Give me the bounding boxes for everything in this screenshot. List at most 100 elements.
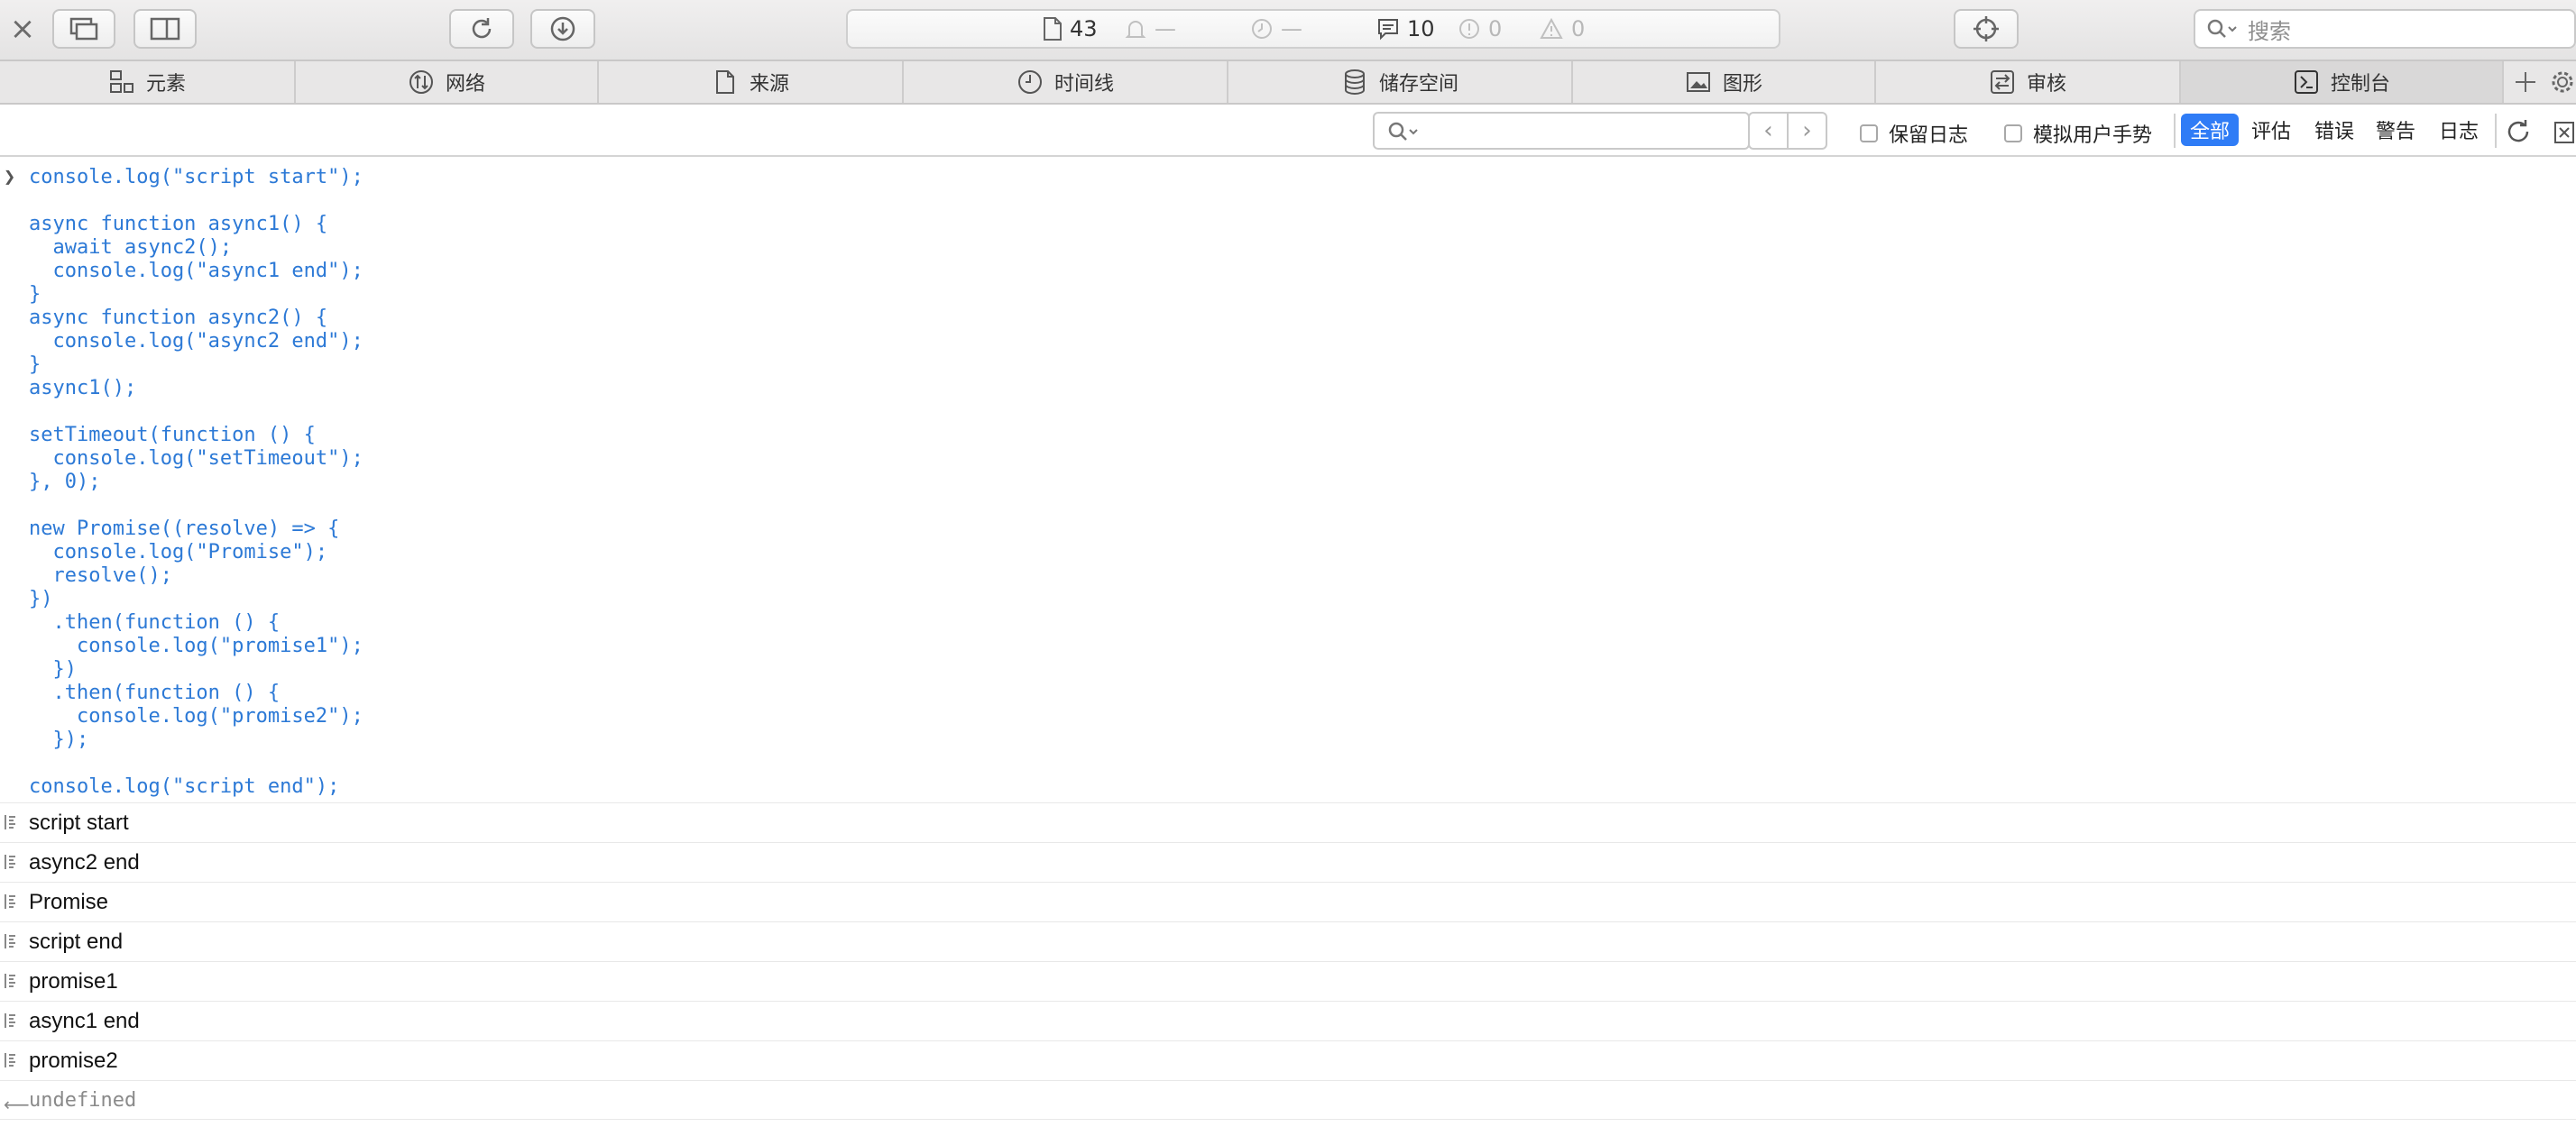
result-row: ⟵ undefined (0, 1080, 2576, 1120)
log-row: promise1 (0, 961, 2576, 1001)
checkbox-box[interactable] (1860, 124, 1878, 142)
warning-icon (1540, 17, 1563, 39)
tab-storage[interactable]: 储存空间 (1228, 61, 1573, 103)
resource-count-text: 43 (1070, 16, 1098, 41)
checkbox-label: 模拟用户手势 (2033, 124, 2153, 147)
tab-label: 网络 (445, 73, 485, 96)
tab-graphics[interactable]: 图形 (1573, 61, 1876, 103)
next-match-button[interactable]: › (1789, 114, 1826, 148)
log-text: async1 end (29, 1008, 140, 1033)
level-all[interactable]: 全部 (2181, 114, 2240, 146)
detach-window-icon (69, 17, 98, 41)
emulate-gesture-checkbox[interactable]: 模拟用户手势 (2004, 119, 2152, 148)
close-icon[interactable]: × (9, 13, 36, 45)
console-filter-bar: ‹ › 保留日志 模拟用户手势 全部 评估 错误 警告 日志 (0, 105, 2576, 157)
tab-label: 控制台 (2330, 73, 2390, 96)
dock-side-icon (150, 17, 180, 41)
sources-icon (712, 69, 739, 96)
tab-label: 来源 (749, 73, 789, 96)
devtools-toolbar: × 43 — — 10 0 0 搜索 (0, 0, 2576, 61)
divider (2495, 114, 2497, 148)
log-icon (5, 934, 15, 948)
log-icon (5, 815, 15, 829)
download-button[interactable] (530, 9, 595, 49)
log-row: async1 end (0, 1001, 2576, 1040)
log-text: async2 end (29, 849, 140, 875)
issue-count[interactable]: 0 (1539, 11, 1585, 47)
log-icon (5, 974, 15, 988)
log-icon (5, 1053, 15, 1067)
console-area[interactable]: ❯ console.log("script start"); async fun… (0, 157, 2576, 1136)
filter-nav: ‹ › (1748, 112, 1827, 150)
document-icon (1044, 17, 1062, 41)
console-input-code: console.log("script start"); async funct… (29, 166, 363, 798)
activity-viewer: 43 — — 10 0 0 (846, 9, 1780, 49)
result-text: undefined (29, 1088, 137, 1112)
level-warnings[interactable]: 警告 (2367, 114, 2424, 146)
tab-label: 储存空间 (1378, 73, 1458, 96)
gear-icon (2552, 71, 2573, 93)
console-icon (2293, 69, 2320, 96)
timeline-icon (1017, 69, 1044, 96)
clear-console-button[interactable] (2553, 117, 2576, 148)
tab-timeline[interactable]: 时间线 (904, 61, 1228, 103)
prompt-chevron-icon: ❯ (4, 166, 16, 188)
log-icon (5, 855, 15, 869)
clear-icon (2554, 122, 2574, 143)
tab-audit[interactable]: 审核 (1876, 61, 2181, 103)
log-text: script end (29, 929, 124, 954)
new-tab-button[interactable] (2504, 61, 2547, 103)
log-text: promise1 (29, 968, 118, 994)
checkbox-box[interactable] (2004, 124, 2022, 142)
log-icon (5, 894, 15, 909)
log-count[interactable]: 10 (1376, 11, 1435, 47)
tab-label: 时间线 (1053, 73, 1114, 96)
reload-button[interactable] (449, 9, 514, 49)
tab-label: 元素 (145, 73, 186, 96)
tab-sources[interactable]: 来源 (599, 61, 904, 103)
download-icon (550, 16, 575, 41)
clock-icon (1252, 19, 1272, 39)
tab-network[interactable]: 网络 (296, 61, 599, 103)
storage-icon (1341, 69, 1368, 96)
bell-icon (1125, 21, 1146, 38)
search-icon (1388, 122, 1418, 141)
level-logs[interactable]: 日志 (2430, 114, 2488, 146)
elements-icon (108, 69, 135, 96)
detach-window-button[interactable] (52, 9, 115, 49)
log-text: Promise (29, 889, 109, 914)
log-text: script start (29, 810, 129, 835)
error-count[interactable]: 0 (1458, 11, 1502, 47)
crosshair-icon (1973, 16, 1999, 41)
tab-bar: 元素 网络 来源 时间线 储存空间 图形 审核 控制台 (0, 61, 2576, 105)
graphics-icon (1685, 69, 1712, 96)
console-filter-input[interactable] (1373, 112, 1750, 150)
previous-match-button[interactable]: ‹ (1750, 114, 1789, 148)
network-activity[interactable]: — (1124, 11, 1176, 47)
error-icon (1459, 19, 1479, 39)
inspect-element-button[interactable] (1954, 9, 2019, 49)
dock-side-button[interactable] (133, 9, 197, 49)
reload-icon (472, 18, 492, 39)
settings-button[interactable] (2549, 61, 2576, 103)
checkbox-label: 保留日志 (1889, 124, 1969, 147)
tab-label: 图形 (1722, 73, 1762, 96)
log-row: promise2 (0, 1040, 2576, 1080)
network-activity-text: — (1155, 16, 1176, 41)
resource-count[interactable]: 43 (1043, 11, 1098, 47)
tab-console[interactable]: 控制台 (2181, 61, 2504, 103)
plus-icon (2516, 72, 2535, 92)
log-row: Promise (0, 882, 2576, 921)
toolbar-search-input[interactable]: 搜索 (2194, 9, 2576, 49)
log-icon (5, 1013, 15, 1028)
load-time[interactable]: — (1250, 11, 1302, 47)
preserve-log-checkbox[interactable]: 保留日志 (1860, 119, 1968, 148)
level-errors[interactable]: 错误 (2305, 114, 2363, 146)
tab-elements[interactable]: 元素 (0, 61, 296, 103)
network-icon (408, 69, 435, 96)
level-evaluations[interactable]: 评估 (2242, 114, 2300, 146)
refresh-button[interactable] (2504, 117, 2533, 150)
load-time-text: — (1281, 16, 1302, 41)
message-icon (1378, 19, 1398, 41)
log-row: script end (0, 921, 2576, 961)
